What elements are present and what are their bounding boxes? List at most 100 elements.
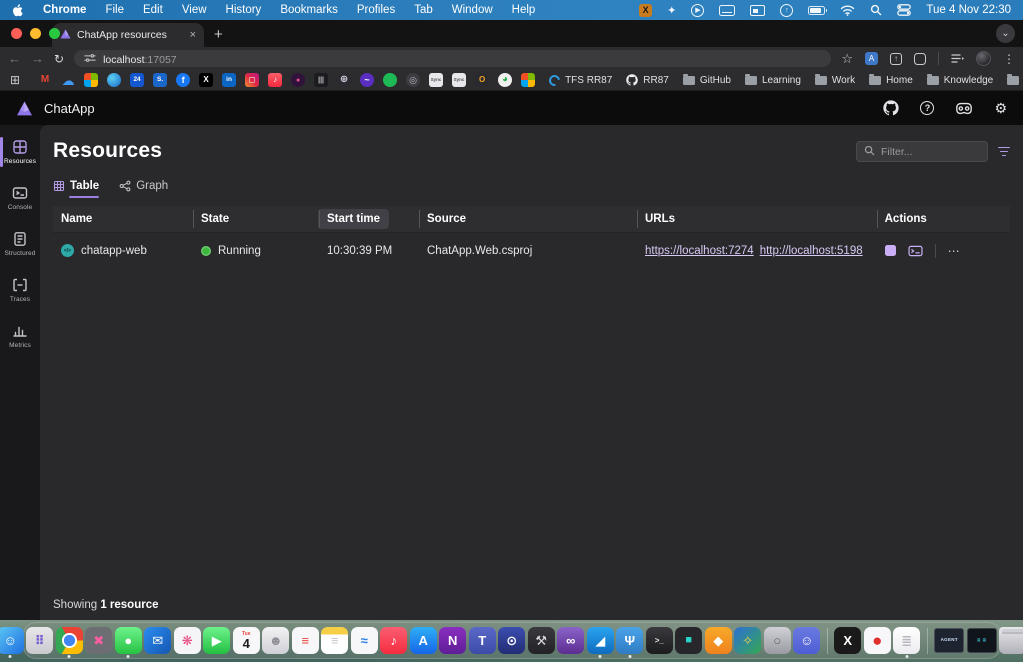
green-ring-favicon[interactable]: ◕ xyxy=(498,73,512,87)
contacts-icon[interactable]: ☻ xyxy=(262,627,289,654)
purple-wave-favicon[interactable]: ~ xyxy=(360,73,374,87)
spotlight-icon[interactable] xyxy=(870,4,882,16)
menu-profiles[interactable]: Profiles xyxy=(357,4,395,16)
cloud-favicon[interactable]: ☁ xyxy=(61,73,75,87)
terminal-icon[interactable]: >_ xyxy=(646,627,673,654)
column-header-start-time[interactable]: Start time xyxy=(319,206,419,232)
tab-search-button[interactable]: ⌄ xyxy=(996,24,1015,43)
menu-chrome[interactable]: Chrome xyxy=(43,4,86,16)
filter-box[interactable] xyxy=(856,141,988,162)
x-app-icon[interactable]: X xyxy=(834,627,861,654)
bookmark-folder-home[interactable]: Home xyxy=(869,75,913,86)
x-app-status-icon[interactable]: X xyxy=(639,4,652,17)
tab-graph[interactable]: Graph xyxy=(119,180,168,198)
keychain-icon[interactable]: ○ xyxy=(764,627,791,654)
control-center-icon[interactable] xyxy=(897,4,911,16)
menu-edit[interactable]: Edit xyxy=(143,4,163,16)
settings-gear-icon[interactable]: ⚙ xyxy=(994,100,1007,117)
bookmark-star-icon[interactable]: ☆ xyxy=(841,51,853,67)
pink-star-app-icon[interactable]: ✖ xyxy=(85,627,112,654)
translate-icon[interactable]: A xyxy=(865,52,878,65)
menu-view[interactable]: View xyxy=(182,4,207,16)
display-icon[interactable] xyxy=(750,5,765,16)
finder-icon[interactable]: ☺ xyxy=(0,627,24,654)
stop-resource-button[interactable] xyxy=(885,245,896,256)
battery-icon[interactable] xyxy=(808,6,825,15)
sync-favicon-1[interactable]: Sync xyxy=(429,73,443,87)
trash-icon[interactable] xyxy=(999,627,1023,654)
more-actions-button[interactable]: ⋯ xyxy=(948,244,961,258)
onenote-icon[interactable]: N xyxy=(439,627,466,654)
orange-o-favicon[interactable]: O xyxy=(475,73,489,87)
keyboard-icon[interactable] xyxy=(719,5,735,16)
globe-favicon[interactable]: ⊕ xyxy=(337,73,351,87)
profile-avatar[interactable] xyxy=(976,51,991,66)
address-bar[interactable]: localhost:17057 xyxy=(74,50,831,67)
24-favicon[interactable]: 24 xyxy=(130,73,144,87)
code-window-thumbnail[interactable]: ≣ ≣ xyxy=(967,628,997,653)
facetime-icon[interactable]: ▶ xyxy=(203,627,230,654)
tab-close-icon[interactable]: × xyxy=(190,29,196,41)
dock-divider-2[interactable] xyxy=(927,628,928,654)
textedit-icon[interactable]: ≣ xyxy=(893,627,920,654)
bookmark-rr87[interactable]: RR87 xyxy=(626,74,669,86)
browser-menu-kebab-icon[interactable]: ⋮ xyxy=(1003,52,1015,66)
wifi-status-icon[interactable] xyxy=(840,5,855,16)
menu-window[interactable]: Window xyxy=(452,4,493,16)
orange-app-icon[interactable]: ◆ xyxy=(705,627,732,654)
column-header-source[interactable]: Source xyxy=(419,206,637,232)
apple-music-icon[interactable]: ♪ xyxy=(380,627,407,654)
filter-funnel-icon[interactable] xyxy=(998,147,1010,157)
instagram-favicon[interactable]: ◻ xyxy=(245,73,259,87)
notes-icon[interactable]: ≡ xyxy=(321,627,348,654)
column-header-name[interactable]: Name xyxy=(53,206,193,232)
bookmark-folder-work[interactable]: Work xyxy=(815,75,855,86)
app-store-icon[interactable]: A xyxy=(410,627,437,654)
photos-icon[interactable]: ❋ xyxy=(174,627,201,654)
play-status-icon[interactable]: ▶ xyxy=(691,4,704,17)
messages-icon[interactable]: ● xyxy=(115,627,142,654)
green-circle-favicon[interactable] xyxy=(383,73,397,87)
discord-icon[interactable]: ☺ xyxy=(793,627,820,654)
forward-button[interactable]: → xyxy=(31,51,44,66)
menu-tab[interactable]: Tab xyxy=(414,4,433,16)
chrome-icon[interactable] xyxy=(56,627,83,654)
launchpad-icon[interactable]: ⠿ xyxy=(26,627,53,654)
dock-divider-1[interactable] xyxy=(827,628,828,654)
column-header-state[interactable]: State xyxy=(193,206,319,232)
bookmark-folder-learning[interactable]: Learning xyxy=(745,75,801,86)
vscode-icon[interactable]: ◢ xyxy=(587,627,614,654)
pinwheel-icon[interactable]: ✦ xyxy=(667,4,676,17)
side-panel-icon[interactable] xyxy=(951,53,964,64)
menubar-clock[interactable]: Tue 4 Nov 22:30 xyxy=(926,4,1011,16)
menu-help[interactable]: Help xyxy=(512,4,536,16)
browser-tab[interactable]: ChatApp resources × xyxy=(52,23,204,47)
site-settings-icon[interactable] xyxy=(84,50,96,68)
agent-window-thumbnail[interactable]: AGENT xyxy=(934,628,964,653)
pink-circle-favicon[interactable]: ● xyxy=(291,73,305,87)
filter-input[interactable] xyxy=(881,146,980,158)
sidebar-item-structured[interactable]: Structured xyxy=(0,223,40,265)
outlook-icon[interactable]: ✉ xyxy=(144,627,171,654)
extensions-icon[interactable] xyxy=(914,53,926,65)
calendar-icon[interactable]: Tue 4 xyxy=(233,627,260,654)
bookmark-tfs-rr87[interactable]: TFS RR87 xyxy=(549,75,612,86)
mask-icon[interactable] xyxy=(955,102,973,115)
resource-url-http[interactable]: http://localhost:5198 xyxy=(760,245,863,257)
facebook-favicon[interactable]: f xyxy=(176,73,190,87)
microsoft-favicon-2[interactable] xyxy=(521,73,535,87)
minimize-window-button[interactable] xyxy=(30,28,41,39)
back-button[interactable]: ← xyxy=(8,51,21,66)
fork-icon[interactable]: Ψ xyxy=(616,627,643,654)
apps-grid-icon[interactable]: ⊞ xyxy=(10,73,20,87)
menu-history[interactable]: History xyxy=(226,4,262,16)
help-icon[interactable]: ? xyxy=(920,101,934,115)
sidebar-item-console[interactable]: Console xyxy=(0,177,40,219)
microsoft-favicon[interactable] xyxy=(84,73,98,87)
edge-favicon[interactable] xyxy=(107,73,121,87)
gear-circle-favicon[interactable]: ◎ xyxy=(406,73,420,87)
sync-favicon-2[interactable]: Sync xyxy=(452,73,466,87)
teal-square-app-icon[interactable]: ■ xyxy=(675,627,702,654)
visual-studio-icon[interactable]: ∞ xyxy=(557,627,584,654)
x-favicon[interactable]: X xyxy=(199,73,213,87)
